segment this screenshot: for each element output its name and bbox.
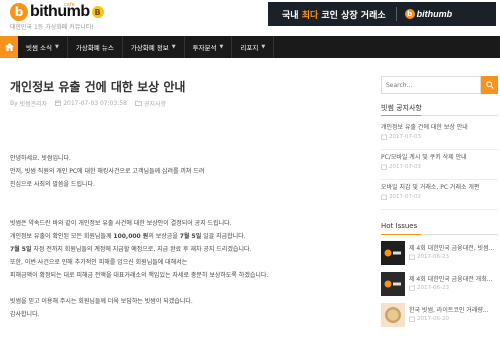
post-paragraph-line: 감사합니다. bbox=[10, 311, 40, 318]
banner-text-before: 국내 bbox=[282, 10, 302, 21]
search-icon bbox=[485, 81, 494, 89]
post-paragraph-line: 7월 5일 자정 전까지 회원님들의 계정에 지급할 예정으로, 지급 완료 후… bbox=[10, 246, 252, 253]
calendar-icon bbox=[409, 254, 415, 260]
nav-item-crypto-info[interactable]: 가상화폐 정보 ▼ bbox=[123, 36, 185, 58]
hot-issue-item[interactable]: 제 4회 대한민국 금융대전, 빗썸... 2017-06-23 bbox=[381, 241, 498, 271]
search-form bbox=[381, 76, 498, 94]
notice-link[interactable]: 오바일 지갑 및 거래소, PC 거래소 개편 bbox=[381, 182, 498, 191]
site-header: b bithumb cafe B 대한민국 1등 가상화폐 커뮤니티! 국내 최… bbox=[0, 0, 500, 36]
calendar-icon bbox=[55, 100, 62, 108]
hot-issues-title: Hot Issues bbox=[381, 222, 418, 230]
nav-item-label: 가상화폐 정보 bbox=[130, 44, 169, 52]
site-tagline: 대한민국 1등 가상화폐 커뮤니티! bbox=[10, 24, 94, 31]
post-paragraph-line: 개인정보 유출이 확인된 모든 회원님들께 100,000 원의 보상금을 7월… bbox=[10, 233, 246, 240]
banner-text-highlight: 최다 bbox=[301, 10, 319, 21]
nav-item-label: 가상화폐 뉴스 bbox=[75, 44, 114, 52]
hot-issue-date: 2017-06-23 bbox=[409, 285, 449, 291]
notice-date: 2017-07-03 bbox=[381, 164, 498, 170]
post-author-link[interactable]: 빗썸관리자 bbox=[20, 99, 48, 108]
folder-icon bbox=[135, 100, 142, 108]
hot-issues-divider bbox=[381, 234, 498, 235]
notice-date-text: 2017-07-02 bbox=[389, 194, 421, 200]
post-datetime: 2017-07-03 07:03:58 bbox=[63, 100, 127, 107]
notice-date: 2017-07-03 bbox=[381, 134, 498, 140]
hot-issue-date: 2017-06-20 bbox=[409, 316, 449, 322]
hot-issue-item[interactable]: 한국 빗썸, 라이트코인 거래량... 2017-06-20 bbox=[381, 303, 498, 333]
post-body: 안녕하세요. 빗썸입니다. 먼저, 빗썸 직원의 개인 PC에 대한 해킹사건으… bbox=[10, 152, 355, 321]
litecoin-thumb bbox=[381, 303, 405, 327]
sidebar: 빗썸 공지사항 개인정보 유출 건에 대한 보상 안내 2017-07-03 P… bbox=[372, 58, 500, 338]
nav-item-reports[interactable]: 리포지 ▼ bbox=[232, 36, 275, 58]
notice-item: 개인정보 유출 건에 대한 보상 안내 2017-07-03 bbox=[381, 122, 498, 150]
banner-brand: b bithumb bbox=[404, 9, 453, 19]
calendar-icon bbox=[381, 164, 387, 170]
main-navigation: 빗썸 소식 ▼ 가상화폐 뉴스 가상화폐 정보 ▼ 투자분석 ▼ 리포지 ▼ bbox=[0, 36, 500, 58]
search-button[interactable] bbox=[481, 76, 498, 94]
post-paragraph-line: 진심으로 사죄의 말씀을 드립니다. bbox=[10, 181, 95, 188]
post-paragraph-line: 빗썸을 믿고 이용해 주시는 회원님들께 더욱 보답하는 빗썸이 되겠습니다. bbox=[10, 298, 193, 305]
post-meta: By 빗썸관리자 2017-07-03 07:03:58 공지사항 bbox=[10, 99, 166, 108]
bithumb-logo-thumb bbox=[381, 272, 405, 296]
notice-item: PC/모바일 계시 및 쿠키 삭제 안내 2017-07-03 bbox=[381, 152, 498, 180]
chevron-down-icon: ▼ bbox=[171, 44, 176, 50]
hot-issue-date-text: 2017-06-20 bbox=[417, 316, 449, 322]
hot-issue-date: 2017-06-23 bbox=[409, 254, 449, 260]
calendar-icon bbox=[409, 316, 415, 322]
post-paragraph-line: 먼저, 빗썸 직원의 개인 PC에 대한 해킹사건으로 고객님들께 심려를 끼쳐… bbox=[10, 168, 205, 175]
nav-item-crypto-news[interactable]: 가상화폐 뉴스 bbox=[68, 36, 123, 58]
main-content: 개인정보 유출 건에 대한 보상 안내 By 빗썸관리자 2017-07-03 … bbox=[0, 58, 355, 338]
bitcoin-coin-icon: B bbox=[91, 6, 104, 18]
hot-issue-item[interactable]: 제 4회 대한민국 금융대전 개최... 2017-06-23 bbox=[381, 272, 498, 302]
post-paragraph-line: 피해금액이 확정되는 대로 피해금 전액을 대표거래소의 책임있는 자세로 충분… bbox=[10, 272, 269, 279]
notice-link[interactable]: 개인정보 유출 건에 대한 보상 안내 bbox=[381, 122, 498, 131]
chevron-down-icon: ▼ bbox=[55, 44, 59, 50]
calendar-icon bbox=[381, 134, 387, 140]
chevron-down-icon: ▼ bbox=[261, 44, 266, 50]
calendar-icon bbox=[409, 285, 415, 291]
notice-date-text: 2017-07-03 bbox=[389, 134, 421, 140]
calendar-icon bbox=[381, 194, 387, 200]
chevron-down-icon: ▼ bbox=[219, 44, 224, 50]
hot-issue-link[interactable]: 제 4회 대한민국 금융대전, 빗썸... bbox=[409, 243, 498, 252]
nav-item-bithumb-news[interactable]: 빗썸 소식 ▼ bbox=[18, 36, 68, 58]
notice-date-text: 2017-07-03 bbox=[389, 164, 421, 170]
post-category-link[interactable]: 공지사항 bbox=[144, 99, 166, 108]
bithumb-mark-icon: b bbox=[404, 9, 415, 19]
bithumb-logo-thumb bbox=[381, 241, 405, 265]
logo-cafe-label: cafe bbox=[64, 2, 75, 8]
hot-issue-link[interactable]: 한국 빗썸, 라이트코인 거래량... bbox=[409, 305, 498, 314]
notice-item: 오바일 지갑 및 거래소, PC 거래소 개편 2017-07-02 bbox=[381, 182, 498, 210]
banner-text: 국내 최다 코인 상장 거래소 bbox=[282, 8, 386, 21]
notice-widget-divider bbox=[381, 115, 498, 116]
post-title: 개인정보 유출 건에 대한 보상 안내 bbox=[10, 80, 186, 94]
notice-date: 2017-07-02 bbox=[381, 194, 498, 200]
exchange-ad-banner[interactable]: 국내 최다 코인 상장 거래소 b bithumb bbox=[268, 2, 496, 26]
search-input[interactable] bbox=[381, 76, 481, 94]
site-logo[interactable]: b bithumb cafe B bbox=[10, 2, 104, 21]
banner-text-after: 코인 상장 거래소 bbox=[318, 10, 386, 21]
notice-link[interactable]: PC/모바일 계시 및 쿠키 삭제 안내 bbox=[381, 152, 498, 161]
post-paragraph-line: 빗썸은 약속드린 바와 같이 개인정보 유출 사건에 대한 보상안이 결정되어 … bbox=[10, 220, 232, 227]
nav-item-label: 빗썸 소식 bbox=[26, 44, 52, 52]
nav-item-label: 투자분석 bbox=[192, 44, 217, 52]
nav-item-investment-analysis[interactable]: 투자분석 ▼ bbox=[185, 36, 233, 58]
hot-issue-date-text: 2017-06-23 bbox=[417, 285, 449, 291]
banner-brand-text: bithumb bbox=[416, 9, 453, 19]
home-icon bbox=[4, 43, 14, 51]
nav-item-label: 리포지 bbox=[240, 44, 259, 52]
logo-text: bithumb bbox=[30, 3, 90, 20]
hot-issue-date-text: 2017-06-23 bbox=[417, 254, 449, 260]
post-paragraph-line: 또한, 이번 사건으로 인해 추가적인 피해를 입으신 회원님들에 대해서는 bbox=[10, 259, 188, 266]
author-prefix: By bbox=[10, 100, 18, 107]
notice-widget-title: 빗썸 공지사항 bbox=[381, 104, 422, 112]
post-paragraph-line: 안녕하세요. 빗썸입니다. bbox=[10, 155, 71, 162]
banner-divider bbox=[395, 7, 397, 21]
nav-home-button[interactable] bbox=[0, 36, 18, 58]
hot-issue-link[interactable]: 제 4회 대한민국 금융대전 개최... bbox=[409, 274, 498, 283]
bithumb-logo-mark: b bbox=[10, 3, 28, 21]
